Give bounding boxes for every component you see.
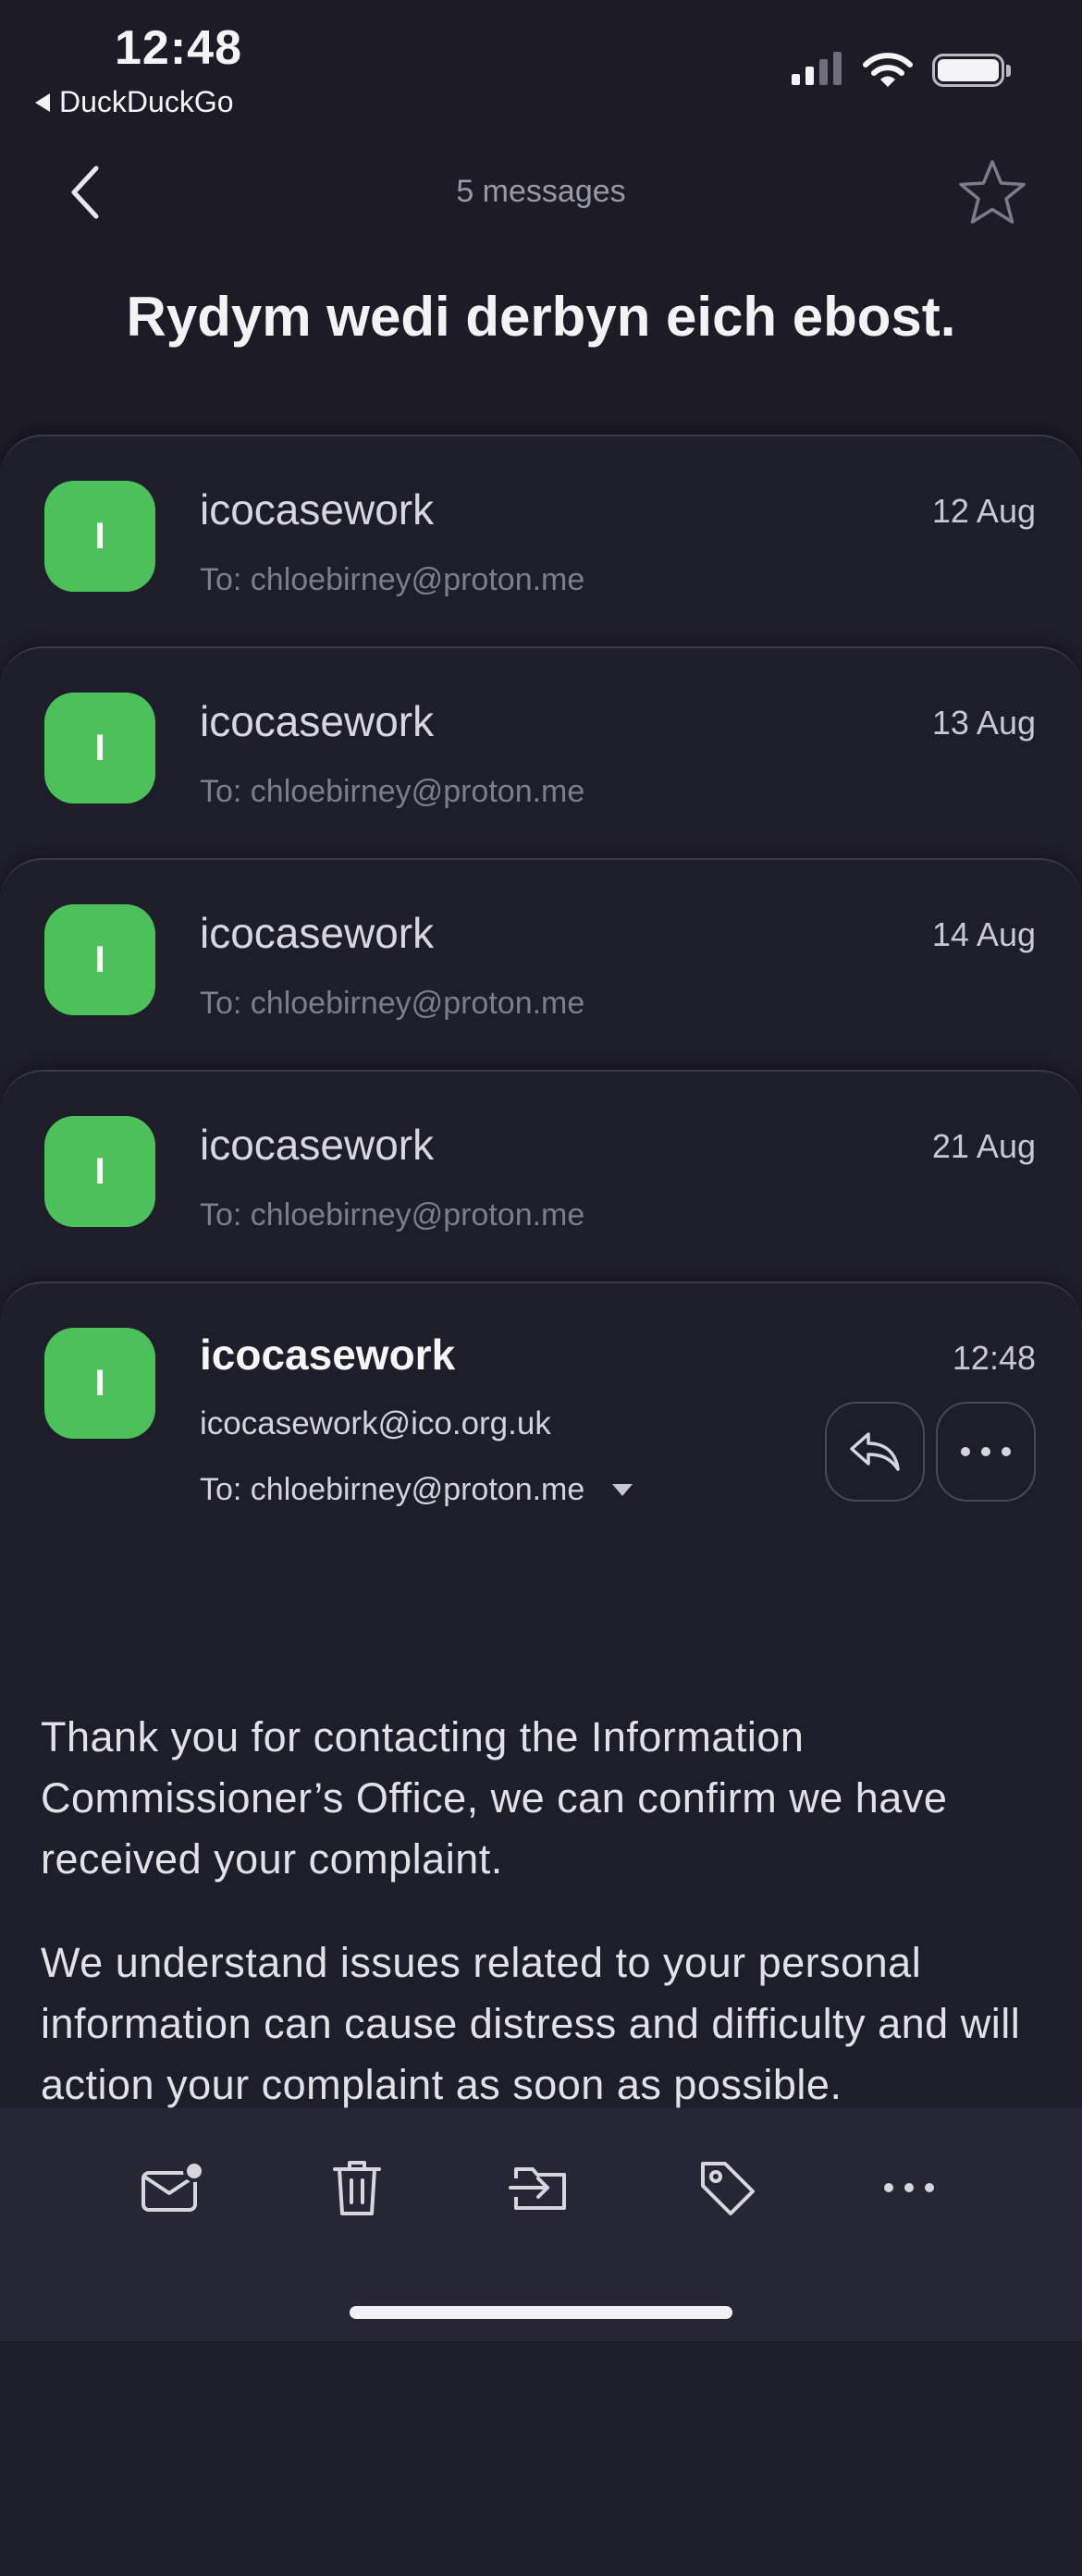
message-body-paragraph: We understand issues related to your per… [41, 1939, 1021, 2108]
battery-tip [1006, 65, 1011, 77]
sender-name: icocasework [200, 909, 435, 957]
message-date: 13 Aug [931, 704, 1036, 742]
message-more-button[interactable] [936, 1402, 1036, 1502]
sender-avatar: I [44, 1116, 155, 1227]
trash-icon [333, 2161, 381, 2215]
mark-unread-button[interactable] [135, 2151, 209, 2225]
sender-name: icocasework [200, 485, 435, 534]
move-to-folder-button[interactable] [503, 2151, 577, 2225]
back-triangle-icon [35, 92, 50, 112]
sender-email: icocasework@ico.org.uk [200, 1405, 551, 1441]
message-card[interactable]: I icocasework 12 Aug To: chloebirney@pro… [0, 435, 1082, 675]
back-to-app-link[interactable]: DuckDuckGo [35, 85, 234, 119]
label-button[interactable] [690, 2151, 764, 2225]
message-card[interactable]: I icocasework 14 Aug To: chloebirney@pro… [0, 858, 1082, 1098]
star-outline-icon [959, 160, 1026, 224]
message-card[interactable]: I icocasework 13 Aug To: chloebirney@pro… [0, 646, 1082, 887]
recipient-line: To: chloebirney@proton.me [200, 986, 585, 1021]
sender-avatar: I [44, 1328, 155, 1439]
sender-name: icocasework [200, 1121, 435, 1169]
move-to-folder-icon [509, 2167, 566, 2210]
wifi-icon [862, 52, 914, 93]
message-card[interactable]: I icocasework 21 Aug To: chloebirney@pro… [0, 1070, 1082, 1310]
message-date: 12 Aug [931, 492, 1036, 530]
recipient-line: To: chloebirney@proton.me [200, 1197, 585, 1233]
sender-avatar: I [44, 693, 155, 803]
more-horizontal-icon [961, 1447, 1011, 1456]
message-body-paragraph: Thank you for contacting the Information… [41, 1713, 948, 1883]
mark-unread-icon [141, 2160, 205, 2212]
status-time: 12:48 [115, 21, 242, 75]
cellular-signal-icon [792, 52, 842, 85]
battery-icon [932, 54, 1004, 87]
reply-icon [850, 1432, 900, 1471]
sender-name: icocasework [200, 1331, 456, 1379]
message-time: 12:48 [952, 1339, 1036, 1377]
recipient-line: To: chloebirney@proton.me [200, 1472, 585, 1507]
more-icon [884, 2183, 934, 2192]
sender-avatar: I [44, 904, 155, 1015]
star-button[interactable] [956, 157, 1028, 229]
recipient-line: To: chloebirney@proton.me [200, 774, 585, 809]
toolbar-more-button[interactable] [872, 2151, 946, 2225]
recipient-details-toggle[interactable]: To: chloebirney@proton.me [200, 1472, 633, 1508]
caret-down-icon [612, 1484, 633, 1496]
message-date: 14 Aug [931, 915, 1036, 953]
message-date: 21 Aug [931, 1127, 1036, 1165]
label-tag-icon [701, 2162, 755, 2215]
sender-avatar: I [44, 481, 155, 592]
recipient-line: To: chloebirney@proton.me [200, 562, 585, 597]
sender-name: icocasework [200, 697, 435, 745]
trash-button[interactable] [320, 2151, 394, 2225]
conversation-subject: Rydym wedi derbyn eich ebost. [126, 286, 956, 348]
home-indicator[interactable] [350, 2306, 732, 2319]
back-app-label: DuckDuckGo [59, 85, 234, 118]
nav-title: 5 messages [456, 174, 626, 209]
reply-button[interactable] [825, 1402, 925, 1502]
